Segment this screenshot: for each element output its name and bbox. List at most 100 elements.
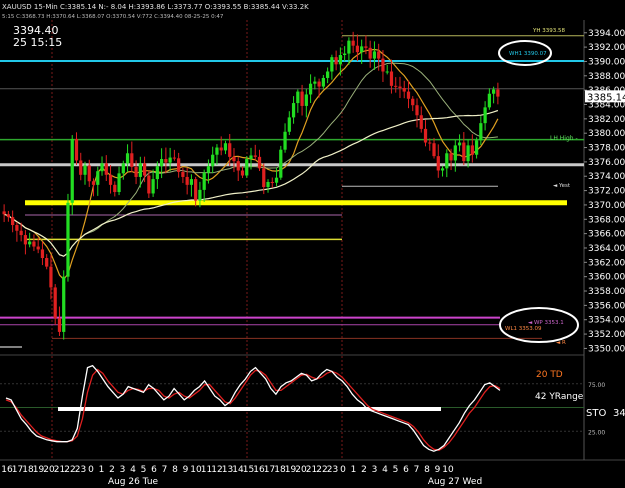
candle [147,175,151,194]
sto-value: 34 [613,408,625,419]
candle [245,159,249,176]
x-hour-label: 9 [183,465,189,475]
candle [249,155,253,160]
yrange-label: 42 YRange [535,392,584,402]
candle [172,157,177,159]
candle [470,145,474,155]
candle [308,83,313,95]
x-hour-label: 4 [130,465,136,475]
candle [419,115,423,129]
x-date-label: Aug 27 Wed [428,477,482,487]
candle [487,93,491,108]
x-hour-label: 10 [442,465,454,475]
candle [121,163,125,174]
y-tick-label: 3374.00 [588,172,625,182]
candle [36,246,40,250]
candle [368,47,372,59]
candle [304,94,308,106]
candle [223,143,228,151]
candle [364,46,368,48]
candle [385,71,389,73]
candle [62,276,66,332]
candle [483,107,487,124]
candle [206,166,211,173]
y-tick-label: 3388.00 [588,72,625,82]
x-hour-label: 6 [403,465,409,475]
candle [189,179,194,185]
candle [181,171,185,177]
candle [87,165,91,182]
candle [74,138,79,161]
candle [28,241,32,245]
header-datetime: 25 15:15 [13,36,62,49]
candle [177,158,181,172]
candle [279,149,283,178]
wh-label: WH1 3390.07 [509,51,547,57]
candle [66,202,70,277]
x-hour-label: 5 [393,465,399,475]
candle [296,91,300,104]
candle [466,145,470,162]
sto-label: STO [586,408,606,419]
yest-label: ◄ Yest [553,183,571,189]
sto-tick-label: 25.00 [588,429,605,436]
x-hour-label: 2 [109,465,115,475]
candle [377,51,381,59]
x-hour-label: 3 [120,465,126,475]
td-label: 20 TD [536,370,563,380]
candle [151,179,155,194]
candle [32,241,36,247]
candle [330,57,334,72]
candle [57,318,62,332]
y-tick-label: 3372.00 [588,187,625,197]
y-tick-label: 3376.00 [588,158,625,168]
candle [96,171,100,185]
y-tick-label: 3356.00 [588,301,625,311]
candle [428,142,432,144]
wl-label: WL1 3353.09 [505,326,542,332]
sto-tick-label: 75.00 [588,382,605,389]
candle [194,179,198,201]
x-hour-label: 1 [99,465,105,475]
candle [23,235,28,245]
candle [402,88,406,92]
candle [125,153,130,164]
candle [321,77,325,87]
candle [440,168,445,171]
candle [445,153,449,169]
candle [228,143,232,157]
candle [313,81,317,84]
candle [79,160,83,175]
candle [462,142,466,162]
candle [104,163,108,175]
price-axis: 3394.003392.003390.003388.003386.003384.… [584,29,625,354]
y-tick-label: 3382.00 [588,115,625,125]
y-tick-label: 3350.00 [588,344,625,354]
y-tick-label: 3368.00 [588,215,625,225]
candle [117,173,121,193]
candle [270,181,274,183]
x-hour-label: 1 [351,465,357,475]
candle [138,163,142,177]
y-tick-label: 3354.00 [588,316,625,326]
r-label: ◄ R [556,340,566,346]
y-tick-label: 3370.00 [588,201,625,211]
candle [262,168,266,187]
candle [334,57,338,65]
candle [351,40,355,46]
x-hour-label: 4 [382,465,388,475]
y-tick-label: 3364.00 [588,244,625,254]
x-hour-label: 23 [75,465,86,475]
x-hour-label: 8 [172,465,178,475]
y-tick-label: 3362.00 [588,258,625,268]
candle [274,177,279,183]
candle [394,85,398,87]
candle [479,123,483,141]
candle [317,81,321,87]
candle [360,46,364,53]
candle [232,156,236,162]
candle [415,105,419,116]
x-hour-label: 23 [327,465,338,475]
candle [338,55,343,65]
candle [211,154,215,167]
